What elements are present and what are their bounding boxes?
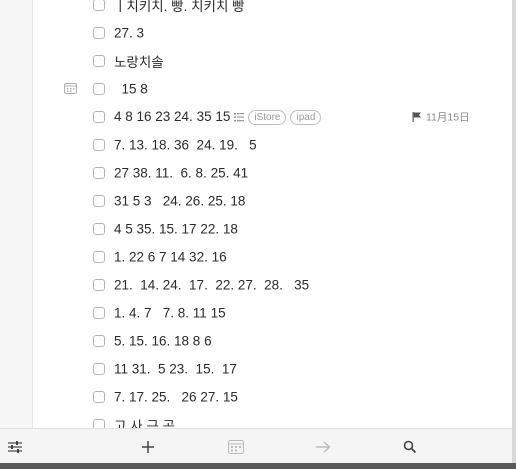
- task-checkbox[interactable]: [93, 111, 105, 123]
- task-title: 1. 22 6 7 14 32. 16: [114, 249, 227, 265]
- task-checkbox[interactable]: [93, 139, 105, 151]
- move-button[interactable]: [313, 437, 333, 457]
- task-title: 27 38. 11. 6. 8. 25. 41: [114, 165, 249, 181]
- task-list: ㅣ치키치. 빵. 치키치 빵 27. 3 노랑치솔 15 8 4 8 16 23…: [32, 0, 512, 428]
- task-row[interactable]: 고 사 근 곡: [32, 411, 512, 428]
- task-checkbox[interactable]: [93, 335, 105, 347]
- task-title: 7. 13. 18. 36 24. 19. 5: [114, 137, 257, 153]
- task-title: 4 8 16 23 24. 35 15: [114, 109, 231, 124]
- task-row[interactable]: 21. 14. 24. 17. 22. 27. 28. 35: [32, 271, 512, 299]
- bottom-toolbar: [0, 428, 512, 464]
- task-checkbox[interactable]: [93, 0, 105, 11]
- task-checkbox[interactable]: [93, 419, 105, 428]
- task-checkbox[interactable]: [93, 27, 105, 39]
- search-icon: [403, 440, 417, 454]
- task-row[interactable]: 1. 4. 7 7. 8. 11 15: [32, 299, 512, 327]
- task-row[interactable]: 노랑치솔: [32, 47, 512, 75]
- task-row[interactable]: 4 8 16 23 24. 35 15 iStore ipad 11月15日: [32, 103, 512, 131]
- calendar-icon: [228, 440, 244, 454]
- task-title: 5. 15. 16. 18 8 6: [114, 333, 212, 349]
- add-task-button[interactable]: [138, 437, 158, 457]
- window-edge: [512, 0, 516, 463]
- tag-istore[interactable]: iStore: [248, 110, 287, 125]
- task-row[interactable]: 1. 22 6 7 14 32. 16: [32, 243, 512, 271]
- task-title: 11 31. 5 23. 15. 17: [114, 361, 237, 377]
- task-title: 7. 17. 25. 26 27. 15: [114, 389, 238, 405]
- task-title: 1. 4. 7 7. 8. 11 15: [114, 305, 226, 321]
- due-date-label: 11月15日: [426, 111, 470, 124]
- task-title: 노랑치솔: [114, 55, 164, 70]
- task-title: ㅣ치키치. 빵. 치키치 빵: [114, 0, 245, 14]
- task-row[interactable]: 15 8: [32, 75, 512, 103]
- search-button[interactable]: [400, 437, 420, 457]
- task-row[interactable]: 7. 17. 25. 26 27. 15: [32, 383, 512, 411]
- task-checkbox[interactable]: [93, 363, 105, 375]
- task-checkbox[interactable]: [93, 195, 105, 207]
- task-title: 27. 3: [114, 25, 145, 41]
- window-bottom-border: [0, 463, 516, 469]
- task-row[interactable]: 27 38. 11. 6. 8. 25. 41: [32, 159, 512, 187]
- task-checkbox[interactable]: [93, 391, 105, 403]
- filter-button[interactable]: [5, 437, 25, 457]
- task-title-with-tags: 4 8 16 23 24. 35 15 iStore ipad: [114, 109, 322, 125]
- task-title: 15 8: [114, 81, 148, 97]
- task-checkbox[interactable]: [93, 279, 105, 291]
- task-row[interactable]: 7. 13. 18. 36 24. 19. 5: [32, 131, 512, 159]
- task-checkbox[interactable]: [93, 167, 105, 179]
- task-row[interactable]: 31 5 3 24. 26. 25. 18: [32, 187, 512, 215]
- filter-sliders-icon: [8, 441, 22, 453]
- task-checkbox[interactable]: [93, 251, 105, 263]
- task-title: 4 5 35. 15. 17 22. 18: [114, 221, 238, 237]
- flag-icon: [412, 112, 421, 122]
- task-row[interactable]: 5. 15. 16. 18 8 6: [32, 327, 512, 355]
- task-title: 31 5 3 24. 26. 25. 18: [114, 193, 246, 209]
- task-row[interactable]: 11 31. 5 23. 15. 17: [32, 355, 512, 383]
- left-gutter: [0, 0, 33, 428]
- task-title: 21. 14. 24. 17. 22. 27. 28. 35: [114, 277, 310, 293]
- due-date: 11月15日: [412, 110, 470, 125]
- arrow-right-icon: [316, 441, 331, 453]
- task-row[interactable]: ㅣ치키치. 빵. 치키치 빵: [32, 0, 512, 19]
- schedule-button[interactable]: [226, 437, 246, 457]
- task-checkbox[interactable]: [93, 223, 105, 235]
- task-title: 고 사 근 곡: [114, 419, 175, 428]
- task-checkbox[interactable]: [93, 55, 105, 67]
- tag-ipad[interactable]: ipad: [290, 110, 322, 125]
- task-checkbox[interactable]: [93, 307, 105, 319]
- task-row[interactable]: 27. 3: [32, 19, 512, 47]
- plus-icon: [142, 441, 154, 453]
- task-row[interactable]: 4 5 35. 15. 17 22. 18: [32, 215, 512, 243]
- subtasks-icon: [234, 113, 245, 122]
- calendar-icon[interactable]: [64, 83, 77, 94]
- task-checkbox[interactable]: [93, 83, 105, 95]
